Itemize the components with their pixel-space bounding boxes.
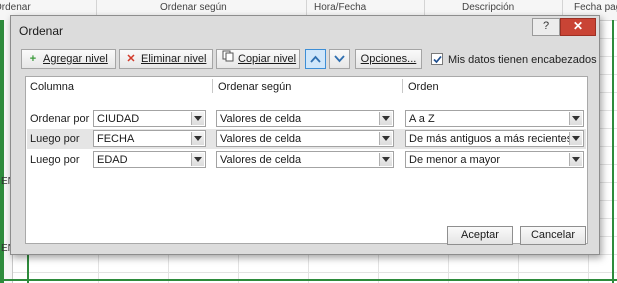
chevron-up-icon [310,55,321,63]
column-header-sort-on: Ordenar según [218,81,292,93]
sort-on-select-value: Valores de celda [220,133,302,145]
dropdown-arrow-icon[interactable] [379,153,392,166]
sheet-header-4[interactable]: Descripción [462,2,514,13]
plus-icon: + [29,53,37,65]
sheet-header-2[interactable]: Ordenar según [160,2,227,13]
add-level-button[interactable]: + Agregar nivel [21,49,116,69]
dropdown-arrow-icon[interactable] [191,153,204,166]
order-select-value: De más antiguos a más recientes [409,133,573,145]
level-label: Luego por [30,133,80,145]
copy-level-label: Copiar nivel [238,53,297,65]
dropdown-arrow-icon[interactable] [191,132,204,145]
move-up-button[interactable] [305,49,326,69]
dropdown-arrow-icon[interactable] [379,112,392,125]
order-select-value: De menor a mayor [409,154,501,166]
sort-on-select[interactable]: Valores de celda [216,130,394,147]
chevron-down-icon [334,55,345,63]
level-label: Luego por [30,154,80,166]
has-headers-checkbox[interactable] [431,53,443,65]
sort-level-row-selected[interactable]: Luego por FECHA Valores de celda De más … [27,129,586,149]
order-select[interactable]: De menor a mayor [405,151,584,168]
dialog-titlebar[interactable]: Ordenar ? ✕ [11,16,599,43]
move-down-button[interactable] [329,49,350,69]
cancel-button[interactable]: Cancelar [520,226,586,245]
help-button[interactable]: ? [532,18,560,36]
column-select-value: FECHA [97,133,135,145]
column-select[interactable]: EDAD [93,151,206,168]
selection-border-bottom [0,279,617,281]
sheet-header-3[interactable]: Hora/Fecha [314,2,366,13]
sort-level-row[interactable]: Ordenar por CIUDAD Valores de celda A a … [27,109,586,129]
column-header-column: Columna [30,81,75,93]
sort-dialog: Ordenar ? ✕ + Agregar nivel ✕ Eliminar niv… [10,15,600,255]
dropdown-arrow-icon[interactable] [191,112,204,125]
dropdown-arrow-icon[interactable] [569,153,582,166]
order-select-value: A a Z [409,113,435,125]
copy-level-button[interactable]: Copiar nivel [216,49,300,69]
dropdown-arrow-icon[interactable] [569,132,582,145]
add-level-label: Agregar nivel [43,53,108,65]
sort-on-select[interactable]: Valores de celda [216,151,394,168]
selection-border-line [612,20,614,283]
sort-level-row[interactable]: Luego por EDAD Valores de celda De menor… [27,150,586,170]
has-headers-label[interactable]: Mis datos tienen encabezados [448,54,597,66]
column-separator [212,79,213,93]
checkmark-icon [433,55,442,64]
delete-level-label: Eliminar nivel [141,53,207,65]
close-button[interactable]: ✕ [560,18,596,36]
accept-button[interactable]: Aceptar [447,226,513,245]
column-select[interactable]: CIUDAD [93,110,206,127]
sort-on-select-value: Valores de celda [220,113,302,125]
sort-on-select[interactable]: Valores de celda [216,110,394,127]
column-select[interactable]: FECHA [93,130,206,147]
delete-level-button[interactable]: ✕ Eliminar nivel [119,49,213,69]
copy-icon [221,50,235,68]
sheet-header-5[interactable]: Fecha pago [574,2,617,13]
column-header-order: Orden [408,81,439,93]
level-label: Ordenar por [30,113,90,125]
options-button[interactable]: Opciones... [355,49,422,69]
dialog-title: Ordenar [19,24,64,38]
column-select-value: CIUDAD [97,113,140,125]
order-select[interactable]: A a Z [405,110,584,127]
options-label: Opciones... [360,53,417,65]
sheet-header-1[interactable]: Ordenar [0,2,31,13]
sort-levels-list: Columna Ordenar según Orden Ordenar por … [25,76,588,244]
column-select-value: EDAD [97,154,128,166]
sort-on-select-value: Valores de celda [220,154,302,166]
dropdown-arrow-icon[interactable] [569,112,582,125]
x-icon: ✕ [126,53,136,65]
dropdown-arrow-icon[interactable] [379,132,392,145]
column-separator [402,79,403,93]
order-select[interactable]: De más antiguos a más recientes [405,130,584,147]
